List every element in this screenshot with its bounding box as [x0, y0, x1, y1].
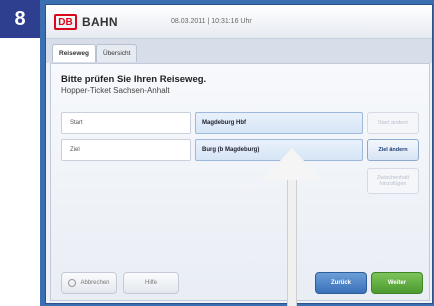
db-logo: DB — [54, 14, 77, 30]
ziel-change-button[interactable]: Ziel ändern — [367, 139, 419, 161]
start-change-button[interactable]: Start ändern — [367, 112, 419, 134]
ziel-label: Ziel — [61, 139, 191, 161]
cancel-button[interactable]: Abbrechen — [61, 272, 117, 294]
add-stopover-button[interactable]: Zwischenhalt hinzufügen — [367, 168, 419, 194]
start-value-field[interactable]: Magdeburg Hbf — [195, 112, 363, 134]
start-label: Start — [61, 112, 191, 134]
brand-name: BAHN — [82, 15, 118, 29]
tab-uebersicht[interactable]: Übersicht — [96, 44, 138, 62]
page-title: Bitte prüfen Sie Ihren Reiseweg. — [61, 74, 207, 85]
device-frame: DB BAHN 08.03.2011 | 10:31:16 Uhr Reisew… — [40, 0, 434, 306]
back-button[interactable]: Zurück — [315, 272, 367, 294]
help-button[interactable]: Hilfe — [123, 272, 179, 294]
tab-reiseweg[interactable]: Reiseweg — [52, 44, 96, 62]
cancel-icon — [68, 279, 77, 287]
next-button[interactable]: Weiter — [371, 272, 423, 294]
cancel-label: Abbrechen — [80, 280, 110, 286]
annotation-arrow-icon — [262, 148, 322, 180]
route-panel: Bitte prüfen Sie Ihren Reiseweg. Hopper-… — [50, 63, 430, 301]
ticket-machine-screen: DB BAHN 08.03.2011 | 10:31:16 Uhr Reisew… — [45, 4, 433, 304]
header: DB BAHN 08.03.2011 | 10:31:16 Uhr — [46, 5, 432, 39]
ticket-type: Hopper-Ticket Sachsen-Anhalt — [61, 86, 170, 95]
annotation-arrow-shaft — [287, 178, 297, 306]
datetime: 08.03.2011 | 10:31:16 Uhr — [171, 18, 252, 25]
tab-bar: Reiseweg Übersicht — [46, 39, 432, 63]
step-number-badge: 8 — [0, 0, 40, 38]
